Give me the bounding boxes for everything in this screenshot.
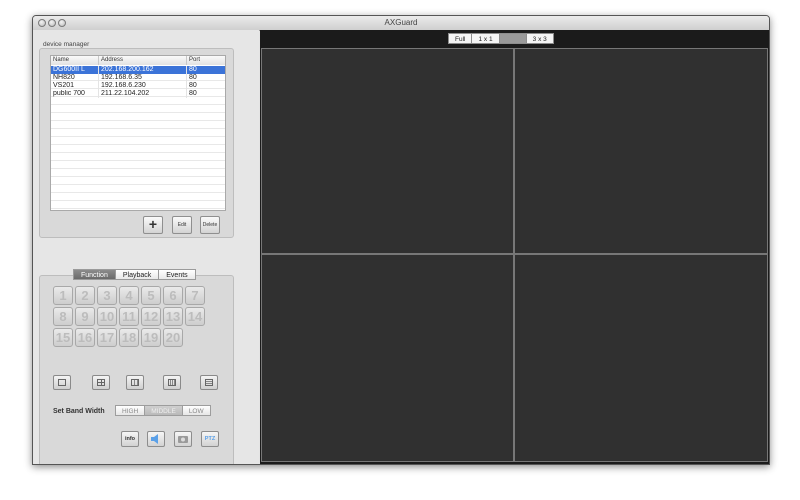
1x1-layout-icon[interactable] [53, 375, 71, 390]
bandwidth-high[interactable]: HIGH [115, 405, 146, 416]
device-manager-panel: Name Address Port DG600II L 202.168.200.… [39, 48, 234, 238]
device-address: 211.22.104.202 [99, 90, 187, 98]
bandwidth-middle[interactable]: MIDDLE [145, 405, 183, 416]
5x5-layout-icon[interactable] [200, 375, 218, 390]
channel-button[interactable]: 2 [75, 286, 95, 305]
channel-button[interactable]: 4 [119, 286, 139, 305]
channel-button[interactable]: 12 [141, 307, 161, 326]
channel-button[interactable]: 7 [185, 286, 205, 305]
video-area: Full 1 x 1 2 x 2 3 x 3 [260, 30, 769, 464]
table-row[interactable]: VS201 192.168.6.230 80 [51, 82, 225, 90]
device-manager-label: device manager [43, 41, 90, 48]
left-panel: device manager Name Address Port DG600II… [33, 30, 259, 464]
bandwidth-low[interactable]: LOW [182, 405, 211, 416]
column-header-address[interactable]: Address [99, 56, 187, 65]
tab-events[interactable]: Events [159, 269, 196, 280]
bandwidth-label: Set Band Width [53, 408, 105, 415]
channel-button[interactable]: 16 [75, 328, 95, 347]
device-name: public 700 [51, 90, 99, 98]
3x3-layout-icon[interactable] [126, 375, 144, 390]
device-port: 80 [189, 90, 197, 97]
video-pane[interactable] [261, 254, 514, 462]
video-pane[interactable] [514, 48, 768, 254]
channel-button[interactable]: 10 [97, 307, 117, 326]
tab-playback[interactable]: Playback [115, 269, 160, 280]
channel-button[interactable]: 18 [119, 328, 139, 347]
edit-device-button[interactable]: Edit [172, 216, 192, 234]
column-header-name[interactable]: Name [51, 56, 99, 65]
bandwidth-selector: HIGH MIDDLE LOW [115, 405, 211, 416]
channel-button[interactable]: 14 [185, 307, 205, 326]
window-title: AXGuard [384, 18, 418, 27]
device-name: NH820 [51, 74, 99, 82]
device-address: 192.168.6.35 [99, 74, 187, 82]
video-grid [261, 48, 768, 462]
snapshot-button[interactable] [174, 431, 192, 447]
device-name: VS201 [51, 82, 99, 90]
channel-button[interactable]: 6 [163, 286, 183, 305]
info-button[interactable]: info [121, 431, 139, 447]
speaker-icon [151, 434, 158, 444]
delete-device-button[interactable]: Delete [200, 216, 220, 234]
control-tabs: Function Playback Events [73, 269, 196, 280]
4x4-layout-icon[interactable] [163, 375, 181, 390]
channel-button[interactable]: 9 [75, 307, 95, 326]
device-address: 192.168.6.230 [99, 82, 187, 90]
view-mode-3x3[interactable]: 3 x 3 [526, 33, 554, 44]
2x2-layout-icon[interactable] [92, 375, 110, 390]
channel-button[interactable]: 1 [53, 286, 73, 305]
channel-button[interactable]: 19 [141, 328, 161, 347]
channel-button[interactable]: 8 [53, 307, 73, 326]
channel-button[interactable]: 5 [141, 286, 161, 305]
layout-buttons [53, 375, 243, 391]
channel-button[interactable]: 11 [119, 307, 139, 326]
camera-icon [178, 436, 188, 443]
view-mode-tabs: Full 1 x 1 2 x 2 3 x 3 [448, 33, 554, 44]
device-table: Name Address Port DG600II L 202.168.200.… [50, 55, 226, 211]
channel-button[interactable]: 3 [97, 286, 117, 305]
view-mode-full[interactable]: Full [448, 33, 473, 44]
device-address: 202.168.200.162 [99, 66, 187, 74]
add-device-button[interactable]: + [143, 216, 163, 234]
app-window: AXGuard device manager Name Address Port… [32, 15, 770, 465]
channel-button-grid: 1 2 3 4 5 6 7 8 9 10 11 12 13 14 15 16 1… [53, 286, 207, 349]
ptz-button[interactable]: PTZ [201, 431, 219, 447]
title-bar: AXGuard [33, 16, 769, 31]
view-mode-1x1[interactable]: 1 x 1 [472, 33, 500, 44]
device-name: DG600II L [51, 66, 99, 74]
device-port: 80 [189, 74, 197, 81]
table-row[interactable]: NH820 192.168.6.35 80 [51, 74, 225, 82]
video-pane[interactable] [261, 48, 514, 254]
channel-button[interactable]: 13 [163, 307, 183, 326]
channel-button[interactable]: 20 [163, 328, 183, 347]
table-row[interactable]: public 700 211.22.104.202 80 [51, 90, 225, 98]
video-pane[interactable] [514, 254, 768, 462]
view-mode-2x2[interactable]: 2 x 2 [499, 33, 527, 44]
device-port: 80 [189, 82, 197, 89]
device-port: 80 [189, 66, 197, 73]
column-header-port[interactable]: Port [187, 56, 225, 65]
table-row[interactable]: DG600II L 202.168.200.162 80 [51, 66, 225, 74]
audio-button[interactable] [147, 431, 165, 447]
channel-button[interactable]: 15 [53, 328, 73, 347]
channel-button[interactable]: 17 [97, 328, 117, 347]
tab-function[interactable]: Function [73, 269, 116, 280]
